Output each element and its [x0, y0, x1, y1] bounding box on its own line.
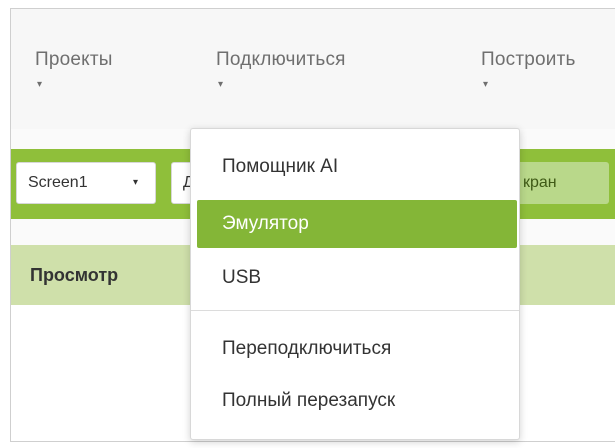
connect-dropdown-menu: Помощник AI Эмулятор USB Переподключитьс…	[190, 128, 520, 440]
menu-item-reconnect[interactable]: Переподключиться	[191, 325, 519, 373]
screen-select[interactable]: Screen1 ▾	[16, 162, 156, 204]
menu-connect-label: Подключиться	[216, 49, 346, 70]
menu-projects-label: Проекты	[35, 49, 113, 70]
menu-build[interactable]: Построить ▾	[481, 49, 576, 90]
menu-item-usb[interactable]: USB	[191, 254, 519, 302]
menu-divider	[191, 310, 519, 311]
chevron-down-icon: ▾	[133, 177, 139, 188]
chevron-down-icon: ▾	[218, 79, 224, 90]
viewer-title: Просмотр	[30, 265, 119, 285]
chevron-down-icon: ▾	[483, 79, 489, 90]
top-menubar: Проекты ▾ Подключиться ▾ Построить ▾	[11, 9, 615, 129]
menu-build-label: Построить	[481, 49, 576, 70]
menu-item-ai-companion[interactable]: Помощник AI	[191, 143, 519, 191]
menu-projects[interactable]: Проекты ▾	[35, 49, 113, 90]
menu-connect[interactable]: Подключиться ▾	[216, 49, 346, 90]
menu-item-reset[interactable]: Полный перезапуск	[191, 377, 519, 425]
remove-screen-label: кран	[523, 174, 557, 191]
screen-select-value: Screen1	[28, 174, 88, 191]
chevron-down-icon: ▾	[37, 79, 43, 90]
menu-item-emulator[interactable]: Эмулятор	[197, 200, 517, 248]
